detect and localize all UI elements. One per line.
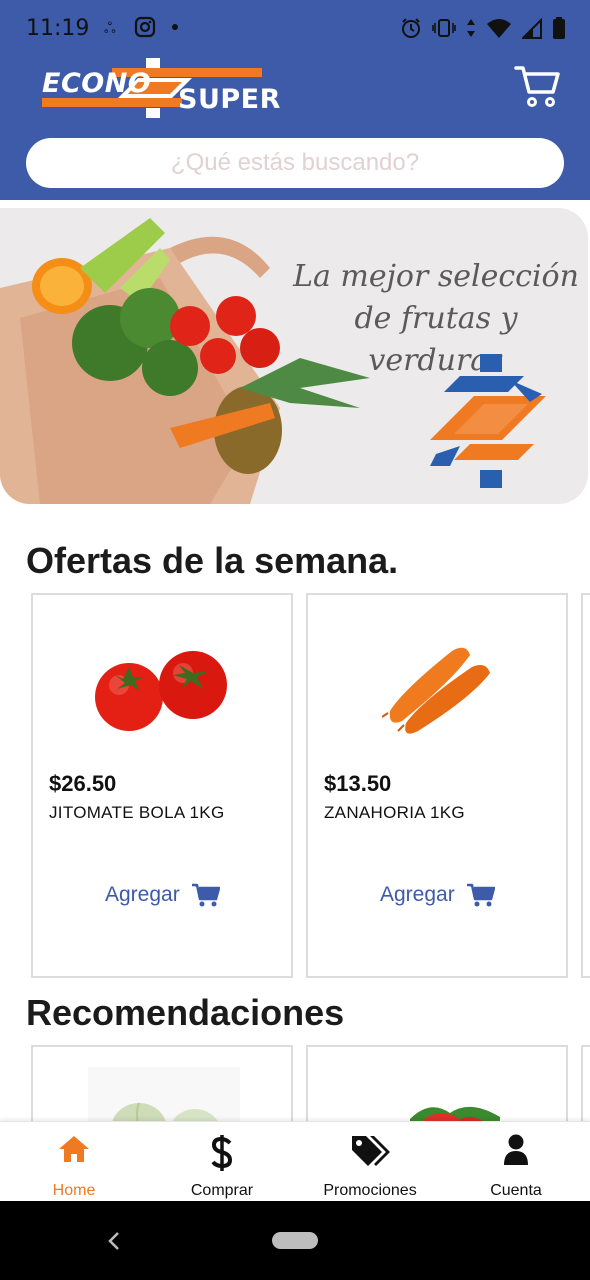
product-price: $13.50: [324, 771, 392, 796]
product-card-partial[interactable]: [581, 593, 590, 978]
signal-icon: [522, 17, 542, 39]
tags-icon: [352, 1136, 390, 1166]
status-left-icons: ஃ: [104, 16, 180, 38]
nav-label-home: Home: [52, 1182, 96, 1199]
dot-icon: [172, 24, 178, 30]
product-name: ZANAHORIA 1KG: [324, 803, 465, 822]
add-button-label: Agregar: [380, 883, 455, 906]
status-time: 11:19: [26, 16, 90, 41]
nav-label-comprar: Comprar: [190, 1182, 254, 1199]
vibrate-icon: [432, 19, 456, 37]
nav-item-home[interactable]: Home: [0, 1122, 148, 1202]
bottom-nav: Home Comprar Promociones Cuenta: [0, 1121, 590, 1201]
alarm-icon: [402, 18, 420, 38]
add-to-cart-button[interactable]: Agregar: [105, 883, 220, 907]
instagram-icon: [134, 16, 156, 38]
user-icon: [504, 1134, 528, 1165]
brand-emblem-icon: [430, 354, 546, 488]
sim-icon: ஃ: [104, 19, 116, 37]
product-price: $26.50: [49, 771, 117, 796]
logo-text-econo: ECONO: [42, 68, 152, 99]
product-card[interactable]: $13.50 ZANAHORIA 1KG Agregar: [306, 593, 568, 978]
battery-icon: [553, 17, 565, 39]
carrot-image: [382, 647, 490, 734]
home-icon: [59, 1136, 89, 1162]
status-right-icons: [400, 16, 566, 40]
offers-section-title: Ofertas de la semana.: [26, 540, 399, 581]
home-pill[interactable]: [272, 1232, 318, 1249]
search-bar[interactable]: [26, 138, 564, 188]
product-name: JITOMATE BOLA 1KG: [49, 803, 225, 822]
wifi-icon: [487, 19, 511, 38]
system-nav-bar: [0, 1201, 590, 1280]
search-input[interactable]: [26, 138, 564, 188]
cart-button[interactable]: [514, 64, 560, 108]
nav-item-promociones[interactable]: Promociones: [296, 1122, 444, 1202]
cart-icon: [191, 883, 220, 907]
nav-label-cuenta: Cuenta: [490, 1182, 542, 1199]
add-button-label: Agregar: [105, 883, 180, 906]
econo-super-logo[interactable]: ECONO SUPER: [42, 58, 280, 120]
cart-icon: [514, 66, 560, 107]
data-arrows-icon: [467, 19, 475, 37]
tomato-image: [95, 651, 227, 731]
nav-item-comprar[interactable]: Comprar: [148, 1122, 296, 1202]
add-to-cart-button[interactable]: Agregar: [380, 883, 495, 907]
cart-icon: [466, 883, 495, 907]
status-bar: 11:19 ஃ: [0, 0, 590, 58]
svg-text:ஃ: ஃ: [104, 19, 116, 37]
app-header: ECONO SUPER: [0, 58, 590, 200]
logo-text-super: SUPER: [178, 84, 281, 115]
recommendations-section-title: Recomendaciones: [26, 992, 345, 1033]
dollar-icon: [211, 1135, 233, 1171]
nav-item-cuenta[interactable]: Cuenta: [442, 1122, 590, 1202]
nav-label-promociones: Promociones: [323, 1182, 417, 1199]
product-card[interactable]: $26.50 JITOMATE BOLA 1KG Agregar: [31, 593, 293, 978]
promo-banner[interactable]: La mejor selección de frutas y verduras: [0, 208, 588, 504]
back-icon[interactable]: [106, 1231, 122, 1251]
